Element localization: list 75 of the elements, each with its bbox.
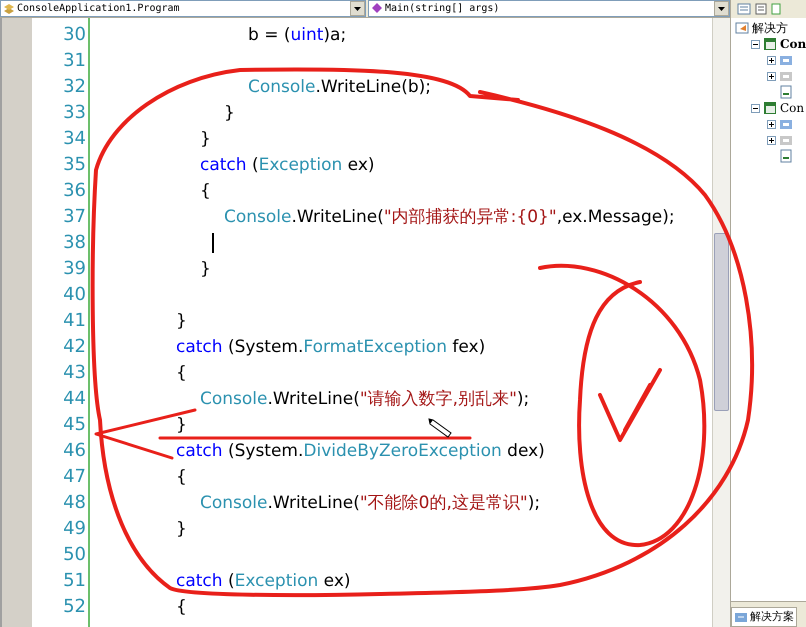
class-name: ConsoleApplication1.Program <box>17 2 181 16</box>
line-number: 49 <box>62 517 87 541</box>
toolbar-icon[interactable] <box>737 3 751 15</box>
line-number: 34 <box>62 127 87 151</box>
project-icon <box>763 101 777 115</box>
expand-icon[interactable] <box>767 56 776 64</box>
toolbar-icon[interactable] <box>771 3 781 15</box>
line-number: 41 <box>62 309 87 333</box>
method-icon <box>370 2 384 16</box>
line-number: 38 <box>62 231 87 255</box>
code-file-icon <box>779 85 793 99</box>
code-line: catch (Exception ex) <box>175 571 351 591</box>
code-line: { <box>199 181 211 201</box>
tab-label: 解决方案 <box>750 608 794 625</box>
line-number: 33 <box>62 101 87 125</box>
line-number: 51 <box>62 569 87 593</box>
code-line: { <box>175 467 187 487</box>
code-line: catch (System.FormatException fex) <box>175 337 486 357</box>
code-line: } <box>175 311 187 331</box>
pencil-icon <box>428 418 452 438</box>
line-number: 36 <box>62 179 87 203</box>
vertical-scrollbar[interactable] <box>712 18 730 627</box>
member-name: Main(string[] args) <box>385 2 500 16</box>
line-number: 43 <box>62 361 87 385</box>
code-line: catch (System.DivideByZeroException dex) <box>175 441 545 461</box>
expand-icon[interactable] <box>767 72 776 80</box>
expand-icon[interactable] <box>767 120 776 128</box>
code-line: Console.WriteLine(b); <box>247 77 431 97</box>
scroll-thumb[interactable] <box>714 233 729 411</box>
toolbar-icon[interactable] <box>754 3 768 15</box>
code-line: b = (uint)a; <box>247 25 346 45</box>
tree-item-label[interactable]: Con <box>780 35 806 53</box>
line-number: 44 <box>62 387 87 411</box>
tree-item-label[interactable]: Con <box>780 99 804 117</box>
line-number: 30 <box>62 23 87 47</box>
code-line: { <box>175 597 187 617</box>
code-line: Console.WriteLine("请输入数字,别乱来"); <box>199 389 530 409</box>
code-line: Console.WriteLine("不能除0的,这是常识"); <box>199 493 540 513</box>
line-number: 48 <box>62 491 87 515</box>
code-line: } <box>223 103 235 123</box>
code-line: Console.WriteLine("内部捕获的异常:{0}",ex.Message); <box>223 207 675 227</box>
line-number: 35 <box>62 153 87 177</box>
solution-icon <box>735 21 749 35</box>
class-icon <box>2 2 16 16</box>
line-number: 39 <box>62 257 87 281</box>
code-line: } <box>175 415 187 435</box>
line-number: 40 <box>62 283 87 307</box>
line-number: 37 <box>62 205 87 229</box>
code-file-icon <box>779 149 793 163</box>
line-number: 32 <box>62 75 87 99</box>
collapse-icon[interactable] <box>751 40 760 48</box>
line-number: 46 <box>62 439 87 463</box>
project-icon <box>763 37 777 51</box>
code-line: } <box>175 519 187 539</box>
folder-icon <box>779 53 793 67</box>
folder-icon <box>779 69 793 83</box>
code-line: catch (Exception ex) <box>199 155 375 175</box>
line-number: 42 <box>62 335 87 359</box>
line-number: 52 <box>62 595 87 619</box>
solution-icon <box>734 611 748 623</box>
tree-item-label[interactable]: 解决方 <box>752 19 788 37</box>
line-number: 47 <box>62 465 87 489</box>
folder-icon <box>779 117 793 131</box>
expand-icon[interactable] <box>767 136 776 144</box>
code-line: } <box>199 129 211 149</box>
collapse-icon[interactable] <box>751 104 760 112</box>
code-line: { <box>175 363 187 383</box>
solution-explorer-tab[interactable]: 解决方案 <box>731 607 797 627</box>
code-line: } <box>199 259 211 279</box>
class-dropdown[interactable]: ConsoleApplication1.Program <box>0 0 366 17</box>
folder-icon <box>779 133 793 147</box>
member-dropdown[interactable]: Main(string[] args) <box>368 0 730 17</box>
line-number: 45 <box>62 413 87 437</box>
line-number: 50 <box>62 543 87 567</box>
line-number: 31 <box>62 49 87 73</box>
